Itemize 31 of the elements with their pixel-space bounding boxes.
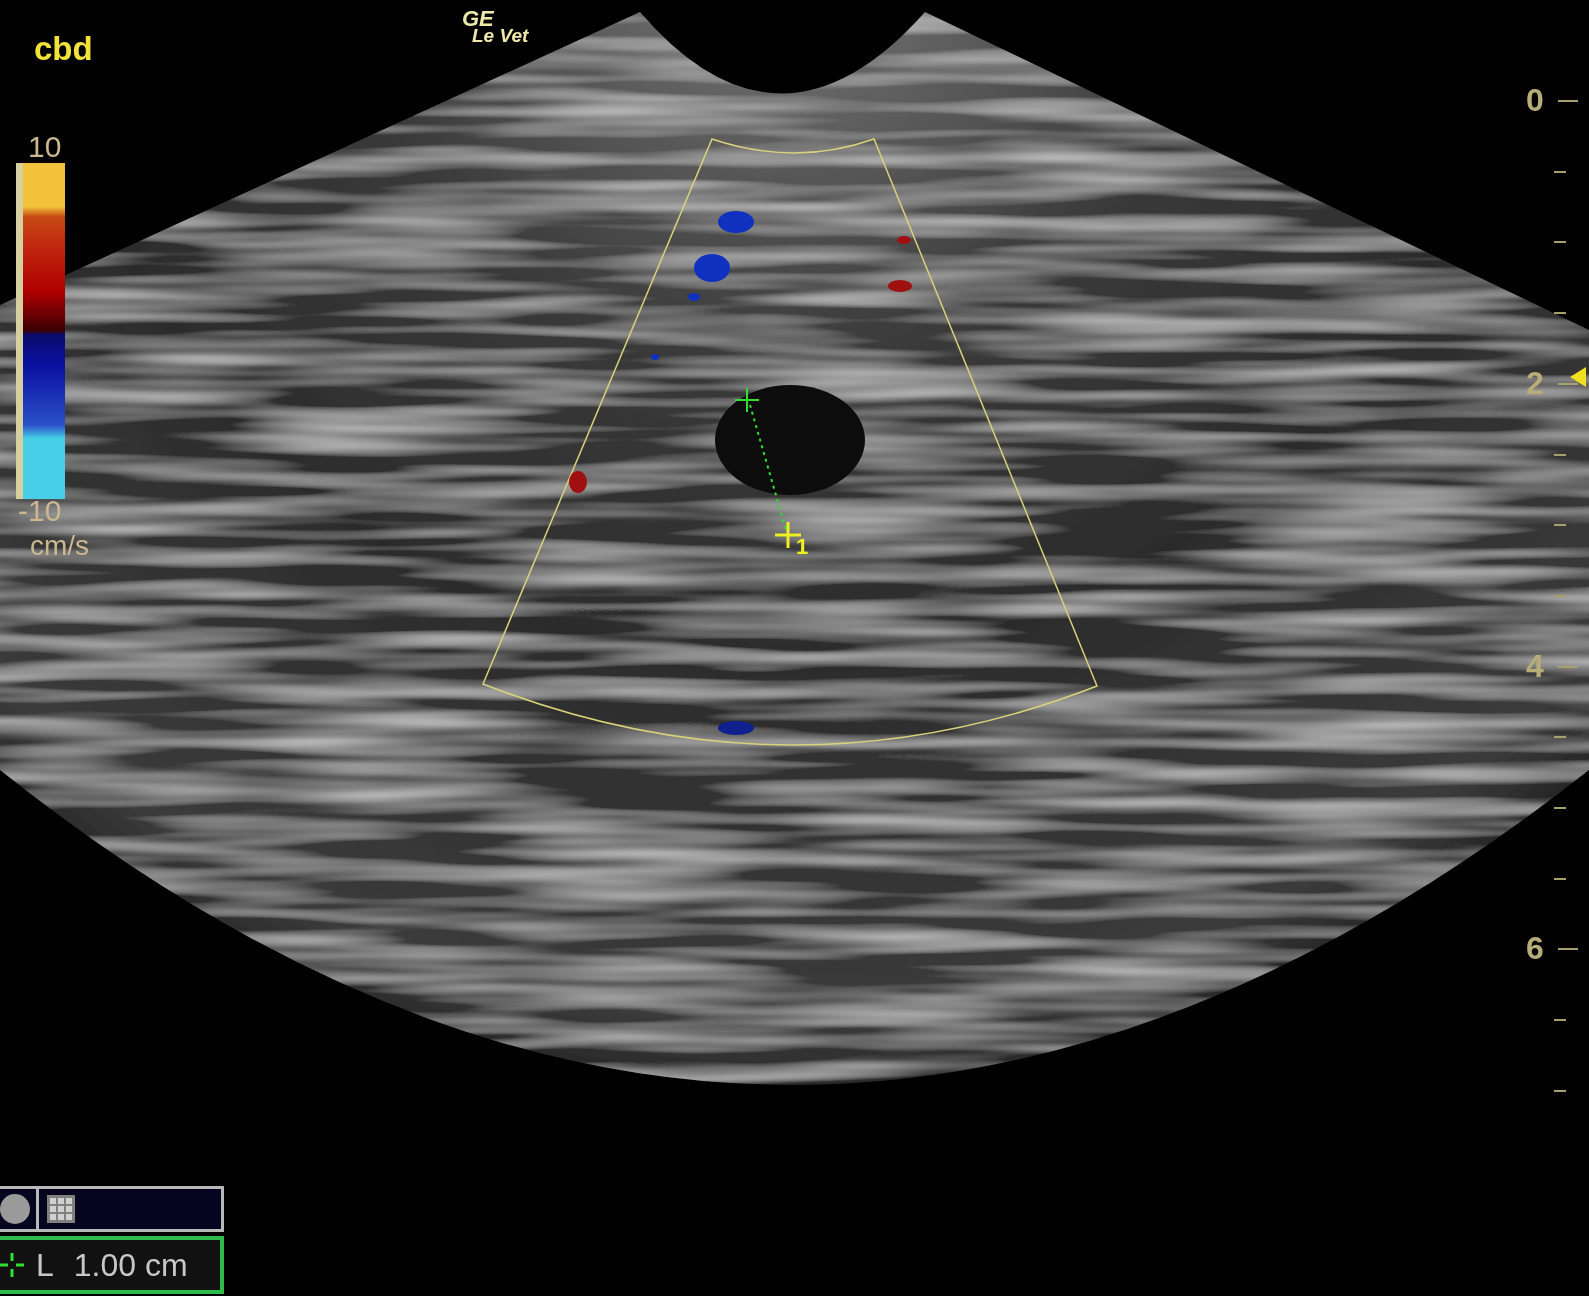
crosshair-icon — [0, 1253, 24, 1277]
scale-min-label: -10 — [18, 496, 62, 526]
crosshair-icon — [734, 387, 760, 413]
scale-tick — [1554, 1019, 1566, 1022]
depth-label: 0 — [1526, 84, 1544, 116]
scale-tick — [1554, 312, 1566, 315]
depth-label: 2 — [1526, 366, 1544, 399]
logo: GE Le Vet — [462, 10, 529, 43]
circle-icon[interactable] — [0, 1194, 30, 1224]
scale-tick — [1558, 948, 1578, 951]
scale-tick — [1558, 100, 1578, 102]
focus-marker-icon — [1570, 367, 1586, 387]
depth-label: 6 — [1526, 932, 1544, 965]
scale-tick — [1554, 594, 1566, 597]
scale-tick — [1554, 807, 1566, 809]
scale-max-label: 10 — [28, 132, 62, 162]
scale-tick — [1558, 665, 1578, 668]
grid-icon[interactable] — [47, 1195, 75, 1223]
scale-tick — [1554, 170, 1566, 173]
scale-tick — [1554, 1089, 1566, 1092]
exam-label: cbd — [34, 30, 93, 68]
scale-unit-label: cm/s — [30, 532, 90, 560]
scale-tick — [1554, 453, 1566, 456]
scale-tick — [1554, 241, 1566, 244]
scale-tick — [1554, 877, 1566, 880]
measurement-name: L — [36, 1249, 54, 1281]
measurement-value: 1.00 cm — [73, 1249, 188, 1281]
scale-tick — [1554, 736, 1566, 739]
scale-tick — [1554, 524, 1566, 527]
scale-tick — [1558, 382, 1578, 385]
caliper-label: 1 — [796, 536, 809, 558]
